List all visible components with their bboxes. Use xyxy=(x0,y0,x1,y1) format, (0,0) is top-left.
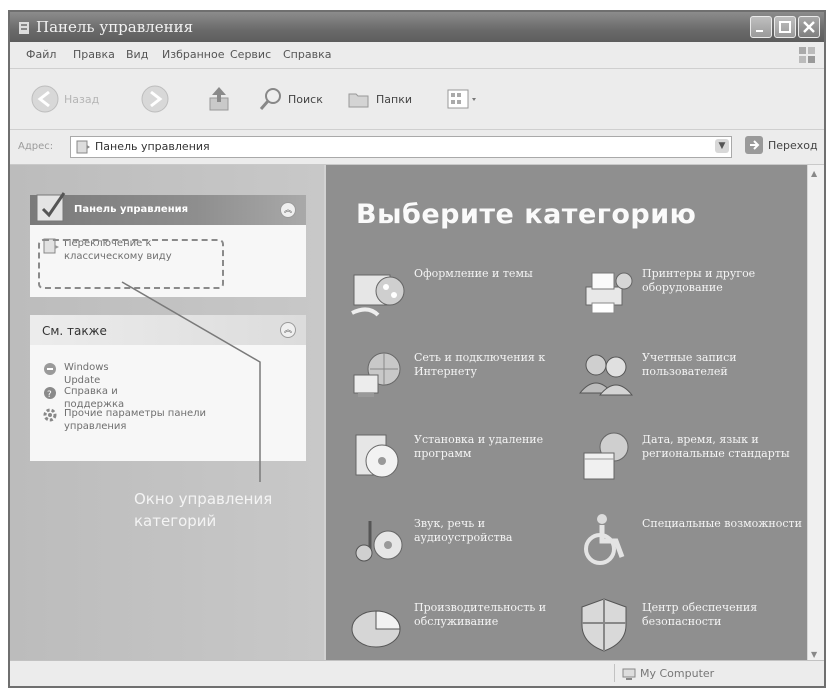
callout-caption: Окно управления категорий xyxy=(134,490,273,530)
status-bar: My Computer xyxy=(10,660,824,686)
status-text: My Computer xyxy=(640,667,715,680)
callout-line xyxy=(121,281,261,482)
my-computer-icon xyxy=(622,666,636,685)
status-separator xyxy=(614,664,615,682)
control-panel-window: Панель управления Файл Правка Вид Избран… xyxy=(8,10,826,688)
